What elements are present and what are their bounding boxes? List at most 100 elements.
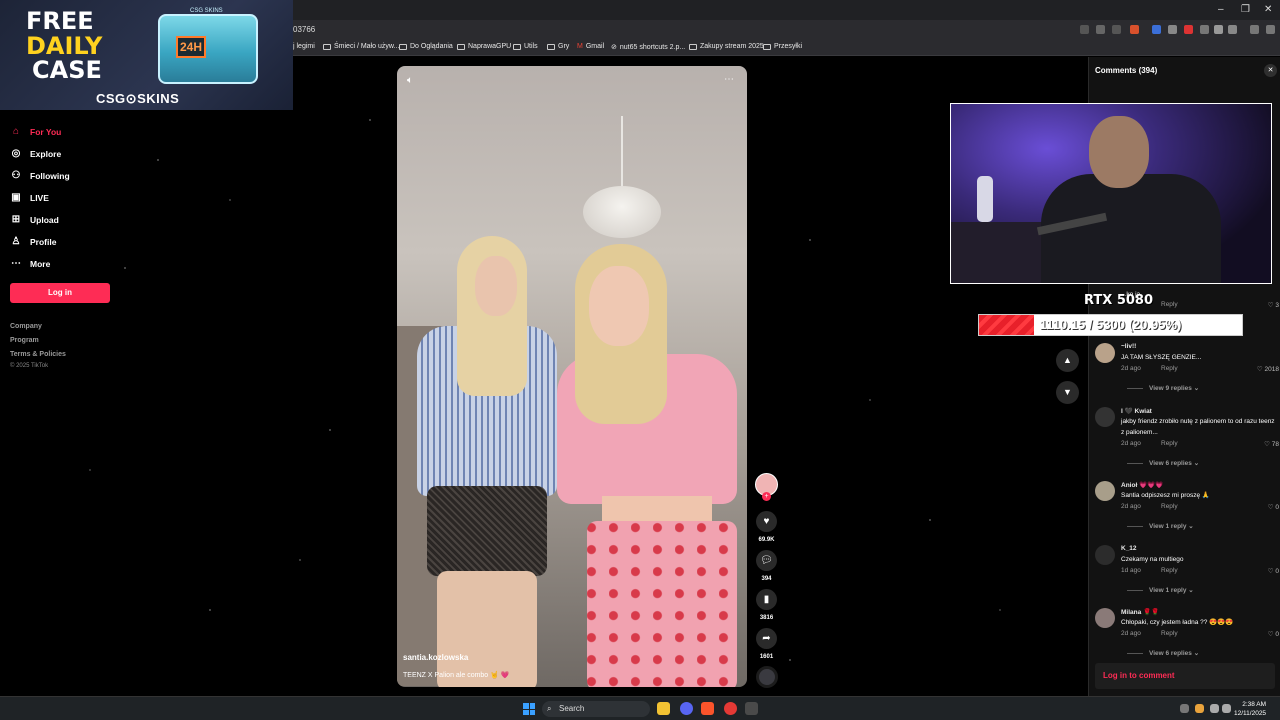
url-text[interactable]: 03766	[293, 25, 315, 34]
app-icon[interactable]	[745, 702, 758, 715]
comment-like[interactable]: ♡ 0	[1268, 567, 1279, 575]
extension-icon[interactable]	[1152, 25, 1161, 34]
app-icon[interactable]	[724, 702, 737, 715]
comment-author[interactable]: I 🖤 Kwiat	[1121, 407, 1152, 415]
folder-icon	[513, 43, 521, 50]
view-replies-button[interactable]: View 6 replies ⌄	[1127, 649, 1199, 657]
comment-like[interactable]: ♡ 78	[1264, 440, 1279, 448]
comment-author[interactable]: Milana 🌹🌹	[1121, 608, 1159, 616]
sidebar-item-explore[interactable]: ◎ Explore	[10, 148, 62, 160]
extension-icon[interactable]	[1080, 25, 1089, 34]
reply-link[interactable]: Reply	[1161, 365, 1178, 372]
bookmark-item[interactable]: ⊘ nut65 shortcuts 2.p...	[611, 43, 685, 52]
share-icon[interactable]	[1112, 25, 1121, 34]
avatar[interactable]	[1095, 545, 1115, 565]
close-comments-button[interactable]: ✕	[1264, 64, 1277, 77]
view-replies-button[interactable]: View 1 reply ⌄	[1127, 586, 1194, 594]
comment-author[interactable]: Anioł 💗💗💗	[1121, 481, 1163, 489]
footer-link-company[interactable]: Company	[10, 323, 42, 330]
comment-author[interactable]: K_12	[1121, 545, 1137, 552]
video-person-left-face	[475, 256, 517, 316]
sidebar-item-profile[interactable]: ♙ Profile	[10, 236, 57, 248]
reply-link[interactable]: Reply	[1161, 567, 1178, 574]
tray-chevron-icon[interactable]	[1180, 704, 1189, 713]
sidebar-item-following[interactable]: ⚇ Following	[10, 170, 70, 182]
avatar[interactable]	[1095, 481, 1115, 501]
next-video-button[interactable]: ▼	[1056, 381, 1079, 404]
comment-time: 2d ago	[1121, 440, 1141, 447]
avatar[interactable]	[1095, 608, 1115, 628]
video-author[interactable]: santia.kozlowska	[403, 653, 468, 662]
discord-icon[interactable]	[680, 702, 693, 715]
login-button[interactable]: Log in	[10, 283, 110, 303]
comment-button[interactable]: 💬︎	[756, 550, 777, 571]
bookmark-item[interactable]: Przesyłki	[763, 43, 802, 50]
previous-video-button[interactable]: ▲	[1056, 349, 1079, 372]
video-person-left-shorts	[427, 486, 547, 576]
video-player[interactable]: 🔈︎ ⋯ santia.kozlowska TEENZ X Palion ale…	[397, 66, 747, 687]
bookmark-item[interactable]: Gry	[547, 43, 569, 50]
view-replies-button[interactable]: View 6 replies ⌄	[1127, 459, 1199, 467]
heart-outline-icon: ♡	[1256, 366, 1263, 373]
media-icon[interactable]	[1250, 25, 1259, 34]
like-button[interactable]: ♥	[756, 511, 777, 532]
bookmark-item[interactable]: Do Oglądania	[399, 43, 453, 50]
sidebar-icon[interactable]	[1228, 25, 1237, 34]
share-button[interactable]: ➦	[756, 628, 777, 649]
volume-icon[interactable]: 🔈︎	[407, 75, 413, 86]
volume-tray-icon[interactable]	[1222, 704, 1231, 713]
reply-link[interactable]: Reply	[1161, 301, 1178, 308]
windows-start-icon[interactable]	[523, 703, 535, 715]
home-icon: ⌂	[12, 126, 20, 137]
bookmark-item[interactable]: Utils	[513, 43, 538, 50]
view-replies-button[interactable]: View 9 replies ⌄	[1127, 384, 1199, 392]
comment-like[interactable]: ♡ 2018	[1257, 365, 1279, 373]
comment-like[interactable]: ♡ 0	[1268, 630, 1279, 638]
avatar[interactable]	[1095, 343, 1115, 363]
save-button[interactable]: ▮	[756, 589, 777, 610]
view-replies-button[interactable]: View 1 reply ⌄	[1127, 522, 1194, 530]
brave-browser-icon[interactable]	[701, 702, 714, 715]
close-window-button[interactable]: ✕	[1264, 4, 1272, 15]
comment-author[interactable]: ~liv!!	[1121, 343, 1136, 350]
taskbar-clock[interactable]: 2:38 AM 12/11/2025	[1234, 700, 1266, 718]
footer-link-terms[interactable]: Terms & Policies	[10, 351, 66, 358]
footer-link-program[interactable]: Program	[10, 337, 39, 344]
avatar[interactable]	[1095, 407, 1115, 427]
comment-like[interactable]: ♡ 0	[1268, 503, 1279, 511]
follow-plus-icon[interactable]: +	[762, 492, 771, 501]
bookmark-item[interactable]: M Gmail	[577, 43, 604, 50]
network-icon[interactable]	[1210, 704, 1219, 713]
extension-icon[interactable]	[1168, 25, 1177, 34]
sidebar-item-upload[interactable]: ⊞ Upload	[10, 214, 59, 226]
bookmark-item[interactable]: Zakupy stream 2025	[689, 43, 764, 50]
sidebar-item-more[interactable]: ⋯ More	[10, 258, 50, 270]
menu-icon[interactable]	[1266, 25, 1275, 34]
bookmark-item[interactable]: NaprawaGPU	[457, 43, 511, 50]
bookmark-item[interactable]: j legimi	[293, 43, 315, 50]
more-options-icon[interactable]: ⋯	[724, 74, 734, 85]
maximize-button[interactable]: ❐	[1241, 4, 1250, 15]
tray-mic-icon[interactable]	[1195, 704, 1204, 713]
music-disc-icon[interactable]	[756, 666, 778, 688]
login-to-comment-button[interactable]: Log in to comment	[1095, 663, 1275, 689]
sidebar-item-for-you[interactable]: ⌂ For You	[10, 126, 61, 138]
bookmark-item[interactable]: Śmieci / Mało używ...	[323, 43, 399, 50]
minimize-button[interactable]: –	[1218, 4, 1224, 15]
extension-icon[interactable]	[1184, 25, 1193, 34]
webcam-person-head	[1089, 116, 1149, 188]
puzzle-icon[interactable]	[1214, 25, 1223, 34]
more-icon: ⋯	[11, 258, 21, 269]
sidebar-item-live[interactable]: ▣ LIVE	[10, 192, 49, 204]
extension-icon[interactable]	[1200, 25, 1209, 34]
video-caption: TEENZ X Palion ale combo 🤘 💗	[403, 672, 510, 679]
comment-text: Czekamy na multiego	[1121, 556, 1184, 563]
reply-link[interactable]: Reply	[1161, 503, 1178, 510]
reply-link[interactable]: Reply	[1161, 630, 1178, 637]
taskbar-search[interactable]: ⌕ Search	[542, 701, 650, 717]
brave-shield-icon[interactable]	[1130, 25, 1139, 34]
extension-icon[interactable]	[1096, 25, 1105, 34]
reply-link[interactable]: Reply	[1161, 440, 1178, 447]
comment-like[interactable]: ♡ 3	[1268, 301, 1279, 309]
file-explorer-icon[interactable]	[657, 702, 670, 715]
